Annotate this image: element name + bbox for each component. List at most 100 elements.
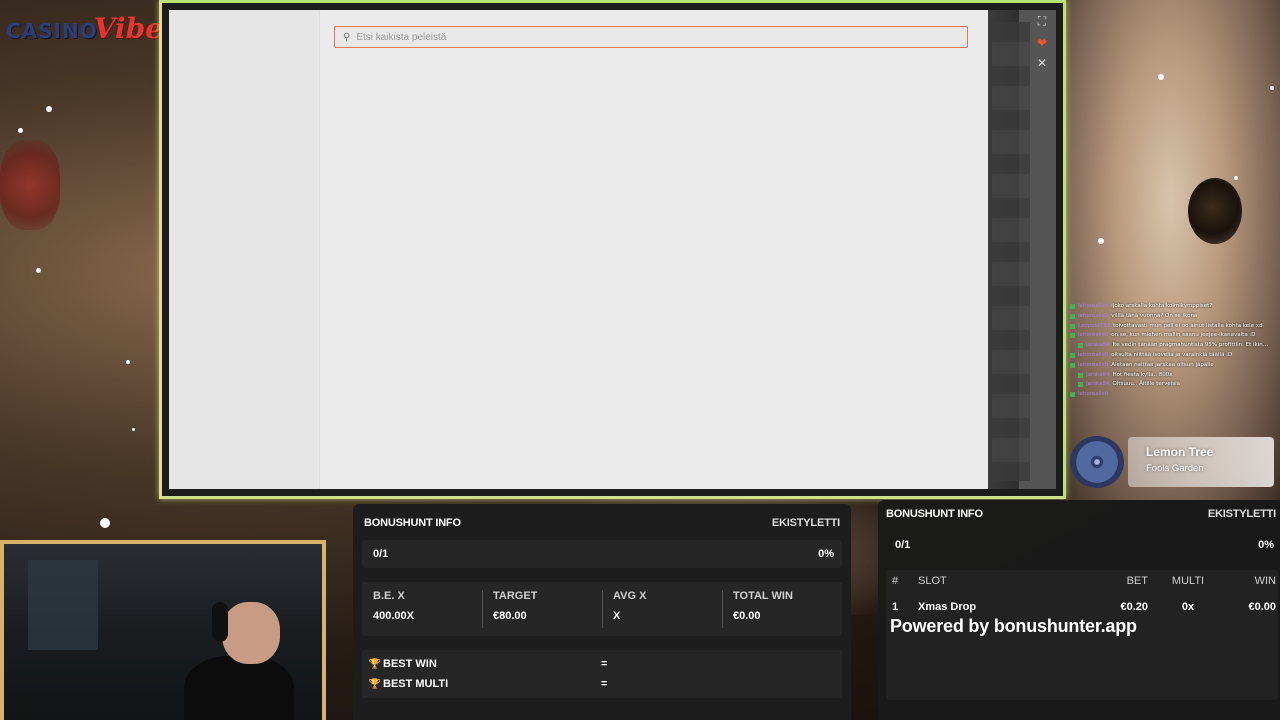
close-icon[interactable]: ✕ — [1034, 56, 1050, 70]
song-title: Lemon Tree — [1146, 445, 1214, 459]
search-box[interactable]: ⚲ — [334, 26, 968, 48]
subscriber-badge-icon — [1070, 392, 1075, 398]
trophy-icon: 🏆 — [368, 678, 382, 690]
hunt-percent: 0% — [1258, 539, 1274, 551]
col-num: # — [892, 575, 899, 587]
chat-message: jarska84 Oltsuuu.. Äitille terveisiä — [1070, 380, 1270, 390]
chat-text: Hot fiesta kyllä.. 800x — [1112, 371, 1173, 378]
chat-message: lehorealisti Aletaan naittaa jarskaa olt… — [1070, 361, 1270, 371]
chat-message: Leopold733 toivottavasti mun peli ei oo … — [1070, 322, 1270, 332]
chat-username: lehorealisti — [1078, 361, 1109, 368]
stat-label: TARGET — [493, 590, 538, 602]
chat-username: lehorealisti — [1078, 303, 1109, 309]
row-multi: 0x — [1181, 601, 1195, 613]
stat-value: €80.00 — [493, 610, 527, 622]
chat-overlay: lehorealisti ijoko arskalla kohta kolmik… — [1070, 302, 1270, 422]
chat-username: lehorealisti — [1078, 391, 1109, 398]
hunt-percent: 0% — [818, 548, 834, 560]
hunt-stats: B.E. X 400.00X TARGET €80.00 AVG X X TOT… — [362, 582, 842, 636]
stat-label: TOTAL WIN — [733, 590, 793, 602]
background-cat-image — [1060, 0, 1280, 500]
subscriber-badge-icon — [1070, 333, 1075, 339]
headset-icon — [212, 602, 228, 642]
stat-be-x: B.E. X 400.00X — [362, 582, 482, 636]
snowflake — [36, 268, 41, 273]
webcam-background-window — [28, 560, 98, 650]
now-playing-widget: Lemon Tree Fools Garden — [1070, 436, 1276, 488]
chat-text: Ite vedin tänään pragmahuntista 95% prof… — [1112, 342, 1270, 349]
row-bet: €0.20 — [1120, 601, 1148, 613]
chat-text: oltsulta niittää isovella ja varainkiä t… — [1111, 351, 1233, 358]
row-win: €0.00 — [1248, 601, 1276, 613]
chat-username: jarska84 — [1086, 342, 1110, 349]
best-win-row: 🏆 BEST WIN = — [367, 655, 608, 673]
search-icon: ⚲ — [343, 31, 351, 43]
snowflake — [1158, 74, 1164, 80]
hunt-progress: 0/1 0% — [886, 532, 1278, 558]
stat-total-win: TOTAL WIN €0.00 — [722, 582, 842, 636]
stat-value: 400.00X — [373, 610, 414, 622]
search-input[interactable] — [356, 31, 967, 43]
snowflake — [1270, 86, 1274, 90]
subscriber-badge-icon — [1070, 313, 1075, 319]
stat-avg-x: AVG X X — [602, 582, 722, 636]
left-sidebar — [169, 10, 320, 489]
subscriber-badge-icon — [1070, 362, 1075, 368]
hunt-progress: 0/1 0% — [362, 540, 842, 568]
trophy-icon: 🏆 — [368, 658, 382, 670]
panel-title: BONUSHUNT INFO — [364, 517, 461, 529]
snowflake — [126, 360, 130, 364]
snowflake — [46, 106, 52, 112]
chat-message: jarska84 Ite vedin tänään pragmahuntista… — [1070, 341, 1270, 351]
song-artist: Fools Garden — [1146, 463, 1204, 474]
stat-value: X — [613, 610, 621, 622]
hunt-count: 0/1 — [895, 539, 911, 551]
best-label: BEST MULTI — [383, 678, 449, 690]
chat-message: jarska84 Hot fiesta kyllä.. 800x — [1070, 371, 1270, 381]
bonushunt-slots-panel: BONUSHUNT INFO EKISTYLETTI 0/1 0% # SLOT… — [878, 500, 1280, 720]
now-playing-card: Lemon Tree Fools Garden — [1128, 437, 1274, 487]
chat-username: jarska84 — [1086, 371, 1110, 378]
table-header: # SLOT BET MULTI WIN — [886, 572, 1278, 590]
stat-label: AVG X — [613, 590, 647, 602]
chat-username: Leopold733 — [1078, 322, 1111, 329]
best-results: 🏆 BEST WIN = 🏆 BEST MULTI = — [362, 650, 842, 698]
casino-page: ⚲ ⛶ ❤ ✕ — [169, 10, 1056, 489]
chat-username: lehorealisti — [1078, 351, 1109, 358]
powered-by-text: Powered by bonushunter.app — [890, 616, 1137, 636]
chat-message: lehorealisti — [1070, 390, 1270, 400]
streamer-body — [184, 656, 294, 720]
right-strip: ⛶ ❤ ✕ — [988, 10, 1056, 489]
webcam-feed — [0, 540, 326, 720]
slots-table: # SLOT BET MULTI WIN 1 Xmas Drop €0.20 0… — [886, 570, 1278, 700]
casino-vibes-logo: CASINO Vibes — [6, 12, 179, 48]
chat-username: lehorealisti — [1078, 332, 1109, 339]
heart-icon[interactable]: ❤ — [1034, 36, 1050, 50]
hunt-status: EKISTYLETTI — [1207, 508, 1276, 520]
fullscreen-icon[interactable]: ⛶ — [1034, 14, 1050, 29]
chat-message: lehorealisti oltsulta niittää isovella j… — [1070, 351, 1270, 361]
snowflake — [1234, 176, 1238, 180]
subscriber-badge-icon — [1070, 352, 1075, 358]
chat-text: on se, kun miehen mallin saanu jeejee-ik… — [1111, 332, 1256, 339]
bonushunt-info-panel: BONUSHUNT INFO EKISTYLETTI 0/1 0% B.E. X… — [353, 504, 851, 720]
strip-background-pattern — [992, 22, 1030, 481]
hunt-count: 0/1 — [373, 548, 389, 560]
chat-text: ijoko arskalla kohta kolmikymppiset? — [1111, 303, 1213, 309]
subscriber-badge-icon — [1078, 372, 1083, 378]
panel-title: BONUSHUNT INFO — [886, 508, 983, 520]
row-num: 1 — [892, 601, 899, 613]
best-value: = — [601, 658, 608, 670]
chat-text: Oltsuuu.. Äitille terveisiä — [1112, 381, 1180, 388]
subscriber-badge-icon — [1078, 343, 1083, 349]
logo-casino-text: CASINO — [6, 19, 98, 43]
best-multi-row: 🏆 BEST MULTI = — [367, 675, 608, 693]
chat-message: lehorealisti villiä tänä vuonna? On se i… — [1070, 312, 1270, 322]
subscriber-badge-icon — [1070, 304, 1075, 309]
row-slot: Xmas Drop — [918, 601, 977, 613]
snowflake — [18, 128, 23, 133]
best-value: = — [601, 678, 608, 690]
hunt-status: EKISTYLETTI — [771, 517, 840, 529]
chat-username: lehorealisti — [1078, 312, 1109, 319]
subscriber-badge-icon — [1078, 382, 1083, 388]
